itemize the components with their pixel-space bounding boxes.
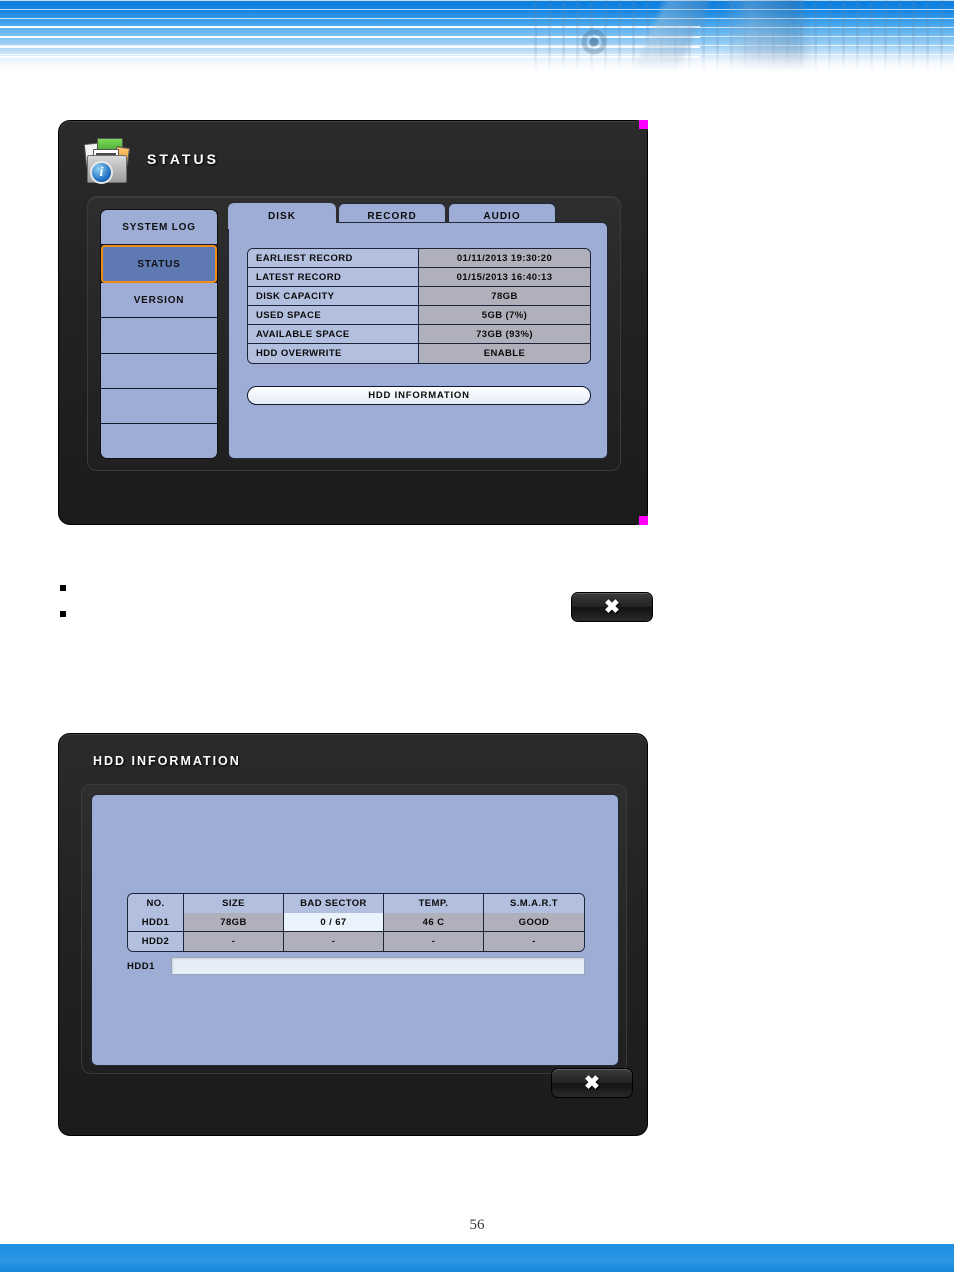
sidebar-item-empty-3[interactable] (101, 388, 217, 424)
document-info-icon: i (81, 133, 133, 185)
row-value: 73GB (93%) (418, 325, 590, 344)
bullet-square-icon (60, 611, 66, 617)
page-header-banner (0, 0, 954, 72)
hdd-information-dialog: HDD INFORMATION NO. SIZE BAD SECTOR TEMP… (58, 733, 648, 1136)
row-value: 01/11/2013 19:30:20 (418, 249, 590, 268)
cell-no: HDD2 (128, 932, 184, 951)
hdd-content-panel: NO. SIZE BAD SECTOR TEMP. S.M.A.R.T HDD1… (91, 794, 619, 1066)
cell-no: HDD1 (128, 913, 184, 932)
bullet-list (60, 575, 660, 627)
hdd-dialog-title: HDD INFORMATION (93, 754, 241, 768)
cell-size: 78GB (184, 913, 284, 932)
sidebar-item-label: STATUS (137, 258, 181, 270)
sidebar-item-version[interactable]: VERSION (101, 283, 217, 319)
banner-fade (0, 50, 954, 72)
page-root: i STATUS SYSTEM LOG STATUS VERSION DISK … (0, 0, 954, 1272)
sidebar-item-label: VERSION (133, 294, 185, 306)
table-row: USED SPACE 5GB (7%) (248, 306, 590, 325)
info-badge-icon: i (90, 161, 113, 184)
disk-tab-panel: EARLIEST RECORD 01/11/2013 19:30:20 LATE… (228, 222, 608, 459)
table-row: LATEST RECORD 01/15/2013 16:40:13 (248, 268, 590, 287)
row-label: USED SPACE (248, 306, 418, 325)
row-label: DISK CAPACITY (248, 287, 418, 306)
page-footer-bar (0, 1244, 954, 1272)
sidebar-item-empty-4[interactable] (101, 423, 217, 458)
cell-smart: GOOD (484, 913, 584, 932)
cell-size: - (184, 932, 284, 951)
sidebar-item-label: SYSTEM LOG (122, 221, 196, 233)
cell-temp: - (384, 932, 484, 951)
table-row: AVAILABLE SPACE 73GB (93%) (248, 325, 590, 344)
table-row: HDD OVERWRITE ENABLE (248, 344, 590, 363)
sidebar-item-empty-2[interactable] (101, 353, 217, 389)
column-header-bad-sector: BAD SECTOR (284, 894, 384, 913)
row-value: 01/15/2013 16:40:13 (418, 268, 590, 287)
cell-smart: - (484, 932, 584, 951)
hdd-information-button[interactable]: HDD INFORMATION (247, 386, 591, 405)
row-value: 5GB (7%) (418, 306, 590, 325)
table-header-row: NO. SIZE BAD SECTOR TEMP. S.M.A.R.T (128, 894, 584, 913)
hdd-bar-row: HDD1 (127, 956, 585, 976)
list-item (60, 575, 660, 601)
table-row: HDD2 - - - - (128, 932, 584, 951)
hdd-progress-bar (171, 957, 585, 975)
status-sidebar: SYSTEM LOG STATUS VERSION (100, 209, 218, 459)
tab-label: AUDIO (483, 211, 521, 222)
close-icon: ✖ (584, 1072, 600, 1094)
cell-temp: 46 C (384, 913, 484, 932)
table-row: DISK CAPACITY 78GB (248, 287, 590, 306)
cell-bad-sector: - (284, 932, 384, 951)
tab-disk[interactable]: DISK (228, 203, 336, 229)
sidebar-item-empty-1[interactable] (101, 318, 217, 354)
table-row: EARLIEST RECORD 01/11/2013 19:30:20 (248, 249, 590, 268)
list-item (60, 601, 660, 627)
hdd-bar-label: HDD1 (127, 960, 155, 972)
row-value: ENABLE (418, 344, 590, 363)
status-dialog-header: i STATUS (81, 133, 219, 185)
column-header-smart: S.M.A.R.T (484, 894, 584, 913)
hdd-table: NO. SIZE BAD SECTOR TEMP. S.M.A.R.T HDD1… (127, 893, 585, 952)
column-header-temp: TEMP. (384, 894, 484, 913)
column-header-no: NO. (128, 894, 184, 913)
page-number: 56 (469, 1217, 485, 1233)
cell-bad-sector[interactable]: 0 / 67 (284, 913, 384, 932)
bullet-square-icon (60, 585, 66, 591)
sidebar-item-system-log[interactable]: SYSTEM LOG (101, 210, 217, 246)
row-label: AVAILABLE SPACE (248, 325, 418, 344)
table-row: HDD1 78GB 0 / 67 46 C GOOD (128, 913, 584, 932)
row-value: 78GB (418, 287, 590, 306)
disk-status-table: EARLIEST RECORD 01/11/2013 19:30:20 LATE… (247, 248, 591, 364)
close-button[interactable]: ✖ (551, 1068, 633, 1098)
row-label: HDD OVERWRITE (248, 344, 418, 363)
row-label: LATEST RECORD (248, 268, 418, 287)
status-inner-frame: SYSTEM LOG STATUS VERSION DISK RECORD AU… (87, 196, 621, 471)
row-label: EARLIEST RECORD (248, 249, 418, 268)
column-header-size: SIZE (184, 894, 284, 913)
sidebar-item-status[interactable]: STATUS (101, 245, 217, 284)
corner-key-top-right (639, 120, 648, 129)
status-dialog: i STATUS SYSTEM LOG STATUS VERSION DISK … (58, 120, 653, 622)
tab-label: DISK (268, 211, 296, 222)
hdd-inner-frame: NO. SIZE BAD SECTOR TEMP. S.M.A.R.T HDD1… (81, 784, 627, 1074)
status-dialog-title: STATUS (147, 151, 219, 167)
corner-key-bottom-right (639, 516, 648, 525)
tab-label: RECORD (367, 211, 417, 222)
